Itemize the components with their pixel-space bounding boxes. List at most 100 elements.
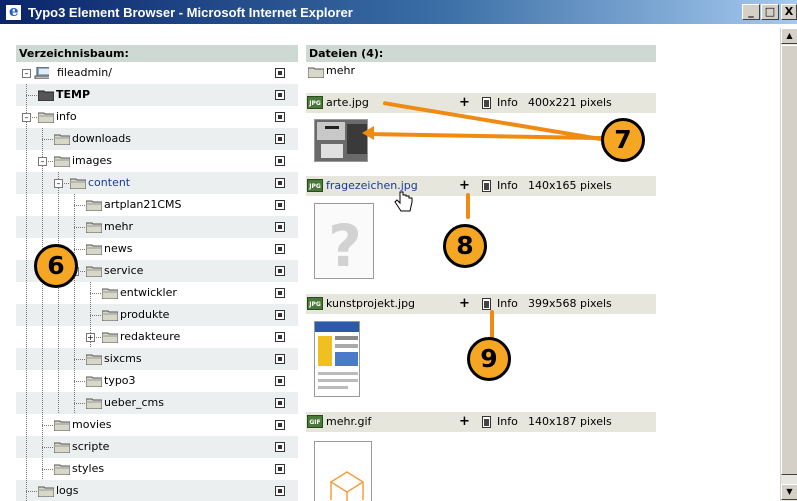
minimize-button[interactable]: _ bbox=[742, 4, 760, 20]
info-icon[interactable] bbox=[482, 298, 491, 310]
file-name[interactable]: mehr.gif bbox=[326, 415, 371, 428]
context-menu-icon[interactable] bbox=[275, 420, 285, 430]
folder-icon bbox=[86, 266, 102, 277]
close-button[interactable]: X bbox=[781, 4, 797, 20]
tree-item-label[interactable]: scripte bbox=[72, 440, 109, 453]
context-menu-icon[interactable] bbox=[275, 486, 285, 496]
scroll-up-arrow-icon[interactable]: ▲ bbox=[781, 28, 797, 44]
tree-item-label[interactable]: TEMP bbox=[56, 88, 90, 101]
context-menu-icon[interactable] bbox=[275, 134, 285, 144]
tree-item[interactable]: sixcms bbox=[16, 348, 298, 370]
tree-item-label[interactable]: info bbox=[56, 110, 77, 123]
thumbnail-image bbox=[315, 322, 359, 396]
context-menu-icon[interactable] bbox=[275, 310, 285, 320]
context-menu-icon[interactable] bbox=[275, 398, 285, 408]
file-row: JPG arte.jpg + Info 400x221 pixels bbox=[306, 93, 656, 113]
file-name[interactable]: arte.jpg bbox=[326, 96, 369, 109]
maximize-button[interactable]: □ bbox=[761, 4, 779, 20]
question-mark-image: ? bbox=[315, 204, 373, 278]
tree-item[interactable]: scripte bbox=[16, 436, 298, 458]
tree-item[interactable]: movies bbox=[16, 414, 298, 436]
context-menu-icon[interactable] bbox=[275, 112, 285, 122]
tree-item[interactable]: mehr bbox=[16, 216, 298, 238]
context-menu-icon[interactable] bbox=[275, 266, 285, 276]
jpg-file-icon: JPG bbox=[307, 179, 323, 192]
add-file-button[interactable]: + bbox=[459, 414, 470, 429]
tree-item-label[interactable]: styles bbox=[72, 462, 104, 475]
tree-item-label[interactable]: artplan21CMS bbox=[104, 198, 181, 211]
context-menu-icon[interactable] bbox=[275, 332, 285, 342]
tree-item[interactable]: – fileadmin/ bbox=[16, 62, 298, 84]
tree-item[interactable]: – images bbox=[16, 150, 298, 172]
tree-item[interactable]: styles bbox=[16, 458, 298, 480]
tree-item-label[interactable]: produkte bbox=[120, 308, 169, 321]
tree-item-label[interactable]: ueber_cms bbox=[104, 396, 164, 409]
context-menu-icon[interactable] bbox=[275, 68, 285, 78]
tree-item[interactable]: + redakteure bbox=[16, 326, 298, 348]
context-menu-icon[interactable] bbox=[275, 288, 285, 298]
collapse-icon[interactable]: – bbox=[22, 69, 31, 78]
tree-item-label[interactable]: typo3 bbox=[104, 374, 136, 387]
tree-item[interactable]: TEMP bbox=[16, 84, 298, 106]
tree-item[interactable]: – content bbox=[16, 172, 298, 194]
context-menu-icon[interactable] bbox=[275, 464, 285, 474]
add-file-button[interactable]: + bbox=[459, 178, 470, 193]
add-file-button[interactable]: + bbox=[459, 95, 470, 110]
context-menu-icon[interactable] bbox=[275, 156, 285, 166]
expand-icon[interactable]: + bbox=[86, 333, 95, 342]
scrollbar-thumb[interactable] bbox=[781, 45, 797, 475]
context-menu-icon[interactable] bbox=[275, 200, 285, 210]
info-link[interactable]: Info bbox=[497, 179, 518, 192]
tree-item-label[interactable]: fileadmin/ bbox=[57, 66, 112, 79]
context-menu-icon[interactable] bbox=[275, 244, 285, 254]
folder-icon bbox=[308, 67, 324, 78]
context-menu-icon[interactable] bbox=[275, 354, 285, 364]
context-menu-icon[interactable] bbox=[275, 90, 285, 100]
tree-item[interactable]: typo3 bbox=[16, 370, 298, 392]
image-dimensions: 399x568 pixels bbox=[528, 297, 612, 310]
file-thumbnail[interactable] bbox=[314, 441, 372, 501]
tree-item-label[interactable]: downloads bbox=[72, 132, 131, 145]
info-link[interactable]: Info bbox=[497, 96, 518, 109]
tree-item[interactable]: produkte bbox=[16, 304, 298, 326]
file-thumbnail[interactable]: ? bbox=[314, 203, 374, 279]
info-link[interactable]: Info bbox=[497, 415, 518, 428]
context-menu-icon[interactable] bbox=[275, 442, 285, 452]
tree-item-label[interactable]: news bbox=[104, 242, 132, 255]
tree-item-label[interactable]: mehr bbox=[104, 220, 133, 233]
file-thumbnail[interactable] bbox=[314, 119, 368, 162]
scroll-down-arrow-icon[interactable]: ▼ bbox=[781, 484, 797, 500]
info-icon[interactable] bbox=[482, 416, 491, 428]
info-link[interactable]: Info bbox=[497, 297, 518, 310]
tree-item[interactable]: ueber_cms bbox=[16, 392, 298, 414]
file-name[interactable]: kunstprojekt.jpg bbox=[326, 297, 415, 310]
tree-item-label[interactable]: service bbox=[104, 264, 143, 277]
context-menu-icon[interactable] bbox=[275, 178, 285, 188]
folder-up-row[interactable]: mehr bbox=[306, 62, 656, 82]
collapse-icon[interactable]: – bbox=[38, 157, 47, 166]
info-icon[interactable] bbox=[482, 97, 491, 109]
tree-item-label[interactable]: content bbox=[88, 176, 130, 189]
collapse-icon[interactable]: – bbox=[22, 113, 31, 122]
collapse-icon[interactable]: – bbox=[54, 179, 63, 188]
add-file-button[interactable]: + bbox=[459, 296, 470, 311]
folder-icon bbox=[102, 310, 118, 321]
tree-item-label[interactable]: movies bbox=[72, 418, 112, 431]
info-icon[interactable] bbox=[482, 180, 491, 192]
box-image bbox=[315, 442, 371, 501]
image-dimensions: 400x221 pixels bbox=[528, 96, 612, 109]
file-thumbnail[interactable] bbox=[314, 321, 360, 397]
tree-item-label[interactable]: logs bbox=[56, 484, 79, 497]
context-menu-icon[interactable] bbox=[275, 376, 285, 386]
tree-item-label[interactable]: entwickler bbox=[120, 286, 177, 299]
context-menu-icon[interactable] bbox=[275, 222, 285, 232]
tree-item[interactable]: logs bbox=[16, 480, 298, 501]
vertical-scrollbar[interactable]: ▲ ▼ bbox=[780, 28, 797, 501]
tree-item[interactable]: downloads bbox=[16, 128, 298, 150]
tree-item-label[interactable]: images bbox=[72, 154, 112, 167]
folder-up-label[interactable]: mehr bbox=[326, 64, 355, 77]
tree-item[interactable]: artplan21CMS bbox=[16, 194, 298, 216]
tree-item-label[interactable]: redakteure bbox=[120, 330, 180, 343]
tree-item[interactable]: – info bbox=[16, 106, 298, 128]
tree-item-label[interactable]: sixcms bbox=[104, 352, 142, 365]
